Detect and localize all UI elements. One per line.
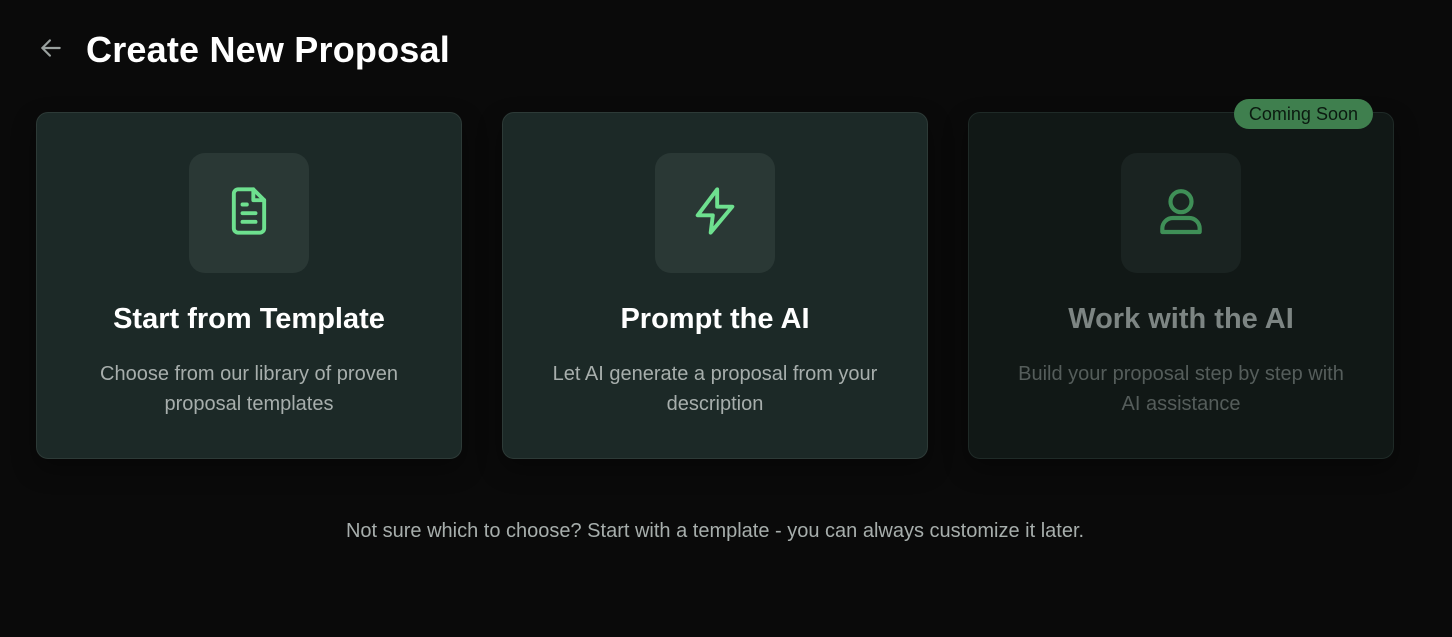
header: Create New Proposal	[36, 26, 450, 74]
icon-container	[189, 153, 309, 273]
create-proposal-page: Create New Proposal Start from Template …	[0, 0, 1452, 637]
card-description: Choose from our library of proven propos…	[100, 363, 398, 415]
footer-hint: Not sure which to choose? Start with a t…	[345, 520, 1085, 542]
coming-soon-badge: Coming Soon	[1233, 99, 1373, 129]
page-title: Create New Proposal	[86, 29, 450, 70]
start-from-template-card[interactable]: Start from Template Choose from our libr…	[36, 112, 462, 459]
card-title: Work with the AI	[1068, 303, 1294, 335]
lightning-icon	[689, 185, 741, 242]
arrow-left-icon	[38, 35, 64, 66]
card-description: Let AI generate a proposal from your des…	[552, 363, 878, 415]
icon-container	[655, 153, 775, 273]
document-icon	[223, 185, 275, 242]
user-icon	[1153, 183, 1209, 244]
work-with-the-ai-card: Coming Soon Work with the AI Build your …	[968, 99, 1394, 459]
prompt-the-ai-card[interactable]: Prompt the AI Let AI generate a proposal…	[502, 112, 928, 459]
icon-container	[1121, 153, 1241, 273]
card-title: Prompt the AI	[620, 303, 810, 335]
back-button[interactable]	[36, 35, 66, 65]
card-description: Build your proposal step by step with AI…	[1018, 363, 1344, 415]
card-title: Start from Template	[113, 303, 385, 335]
option-cards: Start from Template Choose from our libr…	[36, 99, 1394, 459]
